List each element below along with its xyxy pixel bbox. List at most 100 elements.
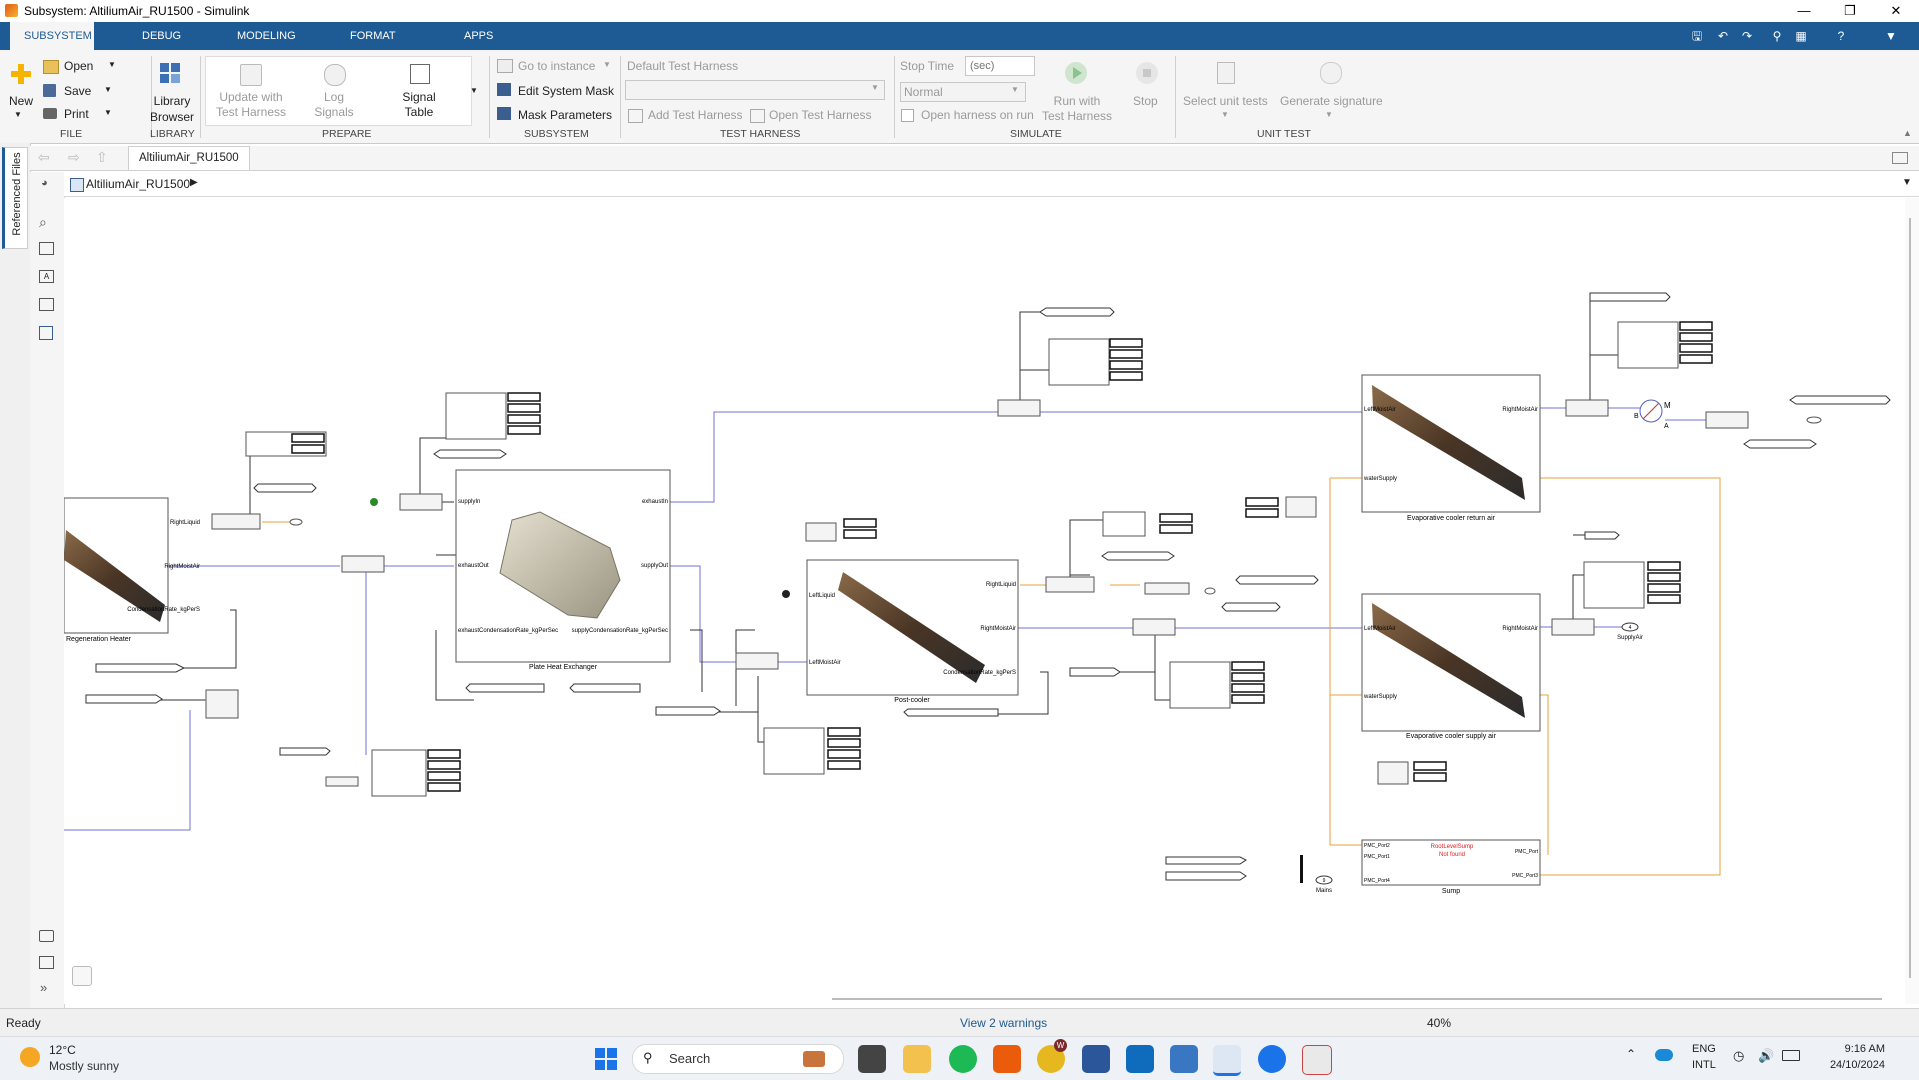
generate-signature-dropdown-icon[interactable]: ▼ — [1325, 110, 1333, 119]
generate-signature-button[interactable]: Generate signature — [1280, 94, 1383, 108]
collapse-ribbon-icon[interactable]: ▼ — [1882, 27, 1900, 45]
annotation-icon[interactable]: A — [39, 270, 54, 283]
evap-cooler-return-block[interactable]: LeftMoistAir waterSupply RightMoistAir E… — [1361, 374, 1541, 522]
signal-table-line1[interactable]: Signal — [395, 90, 443, 104]
clock-time[interactable]: 9:16 AM — [1815, 1043, 1885, 1055]
run-with-harness-line1[interactable]: Run with — [1040, 94, 1114, 108]
camera-icon[interactable] — [39, 930, 54, 942]
edit-system-mask-button[interactable]: Edit System Mask — [518, 84, 614, 98]
add-test-harness-button[interactable]: Add Test Harness — [648, 108, 743, 122]
regeneration-heater-block[interactable]: RightLiquid RightMoistAir CondensationRa… — [64, 497, 200, 643]
ribbon-pin-icon[interactable]: ▲ — [1903, 128, 1912, 138]
find-icon[interactable]: ⚲ — [1768, 27, 1786, 45]
view-warnings-link[interactable]: View 2 warnings — [960, 1016, 1047, 1030]
layout-icon[interactable]: ▦ — [1792, 27, 1810, 45]
save-quick-icon[interactable]: 🖫 — [1688, 27, 1706, 45]
open-button[interactable]: Open — [64, 59, 93, 73]
save-button[interactable]: Save — [64, 84, 91, 98]
fit-to-view-icon[interactable] — [39, 242, 54, 255]
office-app-icon[interactable] — [993, 1045, 1021, 1073]
word-icon[interactable] — [1082, 1045, 1110, 1073]
library-browser-line1[interactable]: Library — [152, 94, 192, 108]
open-harness-checkbox[interactable] — [901, 109, 914, 122]
tab-apps[interactable]: APPS — [450, 22, 507, 50]
lang-layout[interactable]: INTL — [1692, 1059, 1716, 1071]
tab-list-icon[interactable] — [1892, 152, 1908, 164]
mask-parameters-button[interactable]: Mask Parameters — [518, 108, 612, 122]
matlab-icon[interactable] — [1213, 1045, 1241, 1076]
vertical-scrollbar[interactable] — [1905, 198, 1919, 1004]
vertical-scroll-thumb[interactable] — [1909, 218, 1911, 978]
log-signals-line1[interactable]: Log — [310, 90, 358, 104]
run-with-harness-line2[interactable]: Test Harness — [1040, 109, 1114, 123]
post-cooler-block[interactable]: LeftLiquid LeftMoistAir RightLiquid Righ… — [806, 559, 1019, 704]
harness-select[interactable] — [625, 80, 885, 100]
zoom-icon[interactable]: ⌕ — [39, 214, 47, 231]
lang-code[interactable]: ENG — [1692, 1043, 1716, 1055]
stop-time-input[interactable] — [965, 56, 1035, 76]
new-icon[interactable] — [9, 62, 33, 86]
onedrive-icon[interactable] — [1655, 1049, 1673, 1061]
redo-icon[interactable]: ↷ — [1738, 27, 1756, 45]
mode-chevron-icon[interactable]: ▼ — [1011, 85, 1019, 94]
horizontal-scroll-thumb[interactable] — [832, 998, 1882, 1000]
expand-palette-icon[interactable]: » — [40, 980, 47, 995]
help-icon[interactable]: ? — [1832, 27, 1850, 45]
harness-select-chevron-icon[interactable]: ▼ — [871, 83, 879, 92]
tab-modeling[interactable]: MODELING — [223, 22, 310, 50]
open-dropdown-icon[interactable]: ▼ — [108, 60, 116, 69]
up-icon[interactable]: ⇧ — [96, 149, 108, 166]
forward-icon[interactable]: ⇨ — [68, 149, 80, 166]
gallery-expand-icon[interactable]: ▼ — [470, 86, 478, 95]
model-canvas[interactable]: RightLiquid RightMoistAir CondensationRa… — [64, 198, 1905, 1004]
evap-cooler-supply-block[interactable]: LeftMoistAir waterSupply RightMoistAir E… — [1361, 593, 1541, 740]
log-signals-line2[interactable]: Signals — [310, 105, 358, 119]
run-icon[interactable] — [1065, 62, 1087, 84]
outlook-icon[interactable] — [1126, 1045, 1154, 1073]
referenced-files-tab[interactable]: Referenced Files — [2, 147, 28, 249]
taskbar-search[interactable]: ⚲ Search — [632, 1044, 844, 1074]
weather-icon[interactable] — [20, 1047, 40, 1067]
mains-inport[interactable]: 9 Mains — [1315, 875, 1333, 894]
breadcrumb-arrow-icon[interactable]: ▶ — [190, 177, 198, 188]
tab-subsystem[interactable]: SUBSYSTEM — [10, 22, 94, 50]
spotify-icon[interactable] — [949, 1045, 977, 1073]
start-icon[interactable] — [594, 1047, 618, 1071]
library-browser-icon[interactable] — [159, 62, 181, 84]
battery-icon[interactable] — [1782, 1050, 1800, 1061]
new-button-label[interactable]: New — [9, 94, 33, 108]
hide-browser-button[interactable]: ◕ — [30, 172, 64, 196]
maps-icon[interactable] — [1258, 1045, 1286, 1073]
tab-format[interactable]: FORMAT — [336, 22, 410, 50]
maximize-icon[interactable]: ❐ — [1827, 0, 1873, 22]
select-unit-tests-button[interactable]: Select unit tests — [1183, 94, 1268, 108]
go-to-dropdown-icon[interactable]: ▼ — [603, 60, 611, 69]
snipping-tool-icon[interactable] — [1302, 1045, 1332, 1075]
photos-icon[interactable] — [1170, 1045, 1198, 1073]
breadcrumb[interactable]: AltiliumAir_RU1500 — [86, 177, 190, 191]
task-view-icon[interactable] — [858, 1045, 886, 1073]
go-to-instance-button[interactable]: Go to instance — [518, 59, 595, 73]
weather-temp[interactable]: 12°C — [49, 1043, 76, 1057]
update-harness-line2[interactable]: Test Harness — [212, 105, 290, 119]
save-dropdown-icon[interactable]: ▼ — [104, 85, 112, 94]
image-icon[interactable] — [39, 298, 54, 311]
plate-heat-exchanger-block[interactable]: supplyIn exhaustOut exhaustIn supplyOut … — [455, 469, 671, 671]
wifi-icon[interactable]: ◷ — [1733, 1048, 1744, 1064]
explorer-bar-toggle[interactable] — [72, 966, 92, 986]
back-icon[interactable]: ⇦ — [38, 149, 50, 166]
print-button[interactable]: Print — [64, 107, 89, 121]
clock-date[interactable]: 24/10/2024 — [1805, 1059, 1885, 1071]
stop-button-label[interactable]: Stop — [1133, 94, 1158, 108]
minimize-icon[interactable]: — — [1781, 0, 1827, 22]
volume-icon[interactable]: 🔊 — [1758, 1048, 1774, 1064]
property-inspector-icon[interactable] — [39, 956, 54, 969]
library-browser-line2[interactable]: Browser — [150, 110, 194, 124]
sump-block[interactable]: PMC_Port2 PMC_Port1 PMC_Port4 PMC_Port P… — [1361, 839, 1541, 895]
address-dropdown-icon[interactable]: ▼ — [1902, 177, 1912, 188]
tray-chevron-icon[interactable]: ⌃ — [1626, 1047, 1636, 1061]
file-explorer-icon[interactable] — [903, 1045, 931, 1073]
new-dropdown-icon[interactable]: ▼ — [14, 110, 22, 119]
undo-icon[interactable]: ↶ — [1714, 27, 1732, 45]
area-icon[interactable] — [39, 326, 53, 340]
